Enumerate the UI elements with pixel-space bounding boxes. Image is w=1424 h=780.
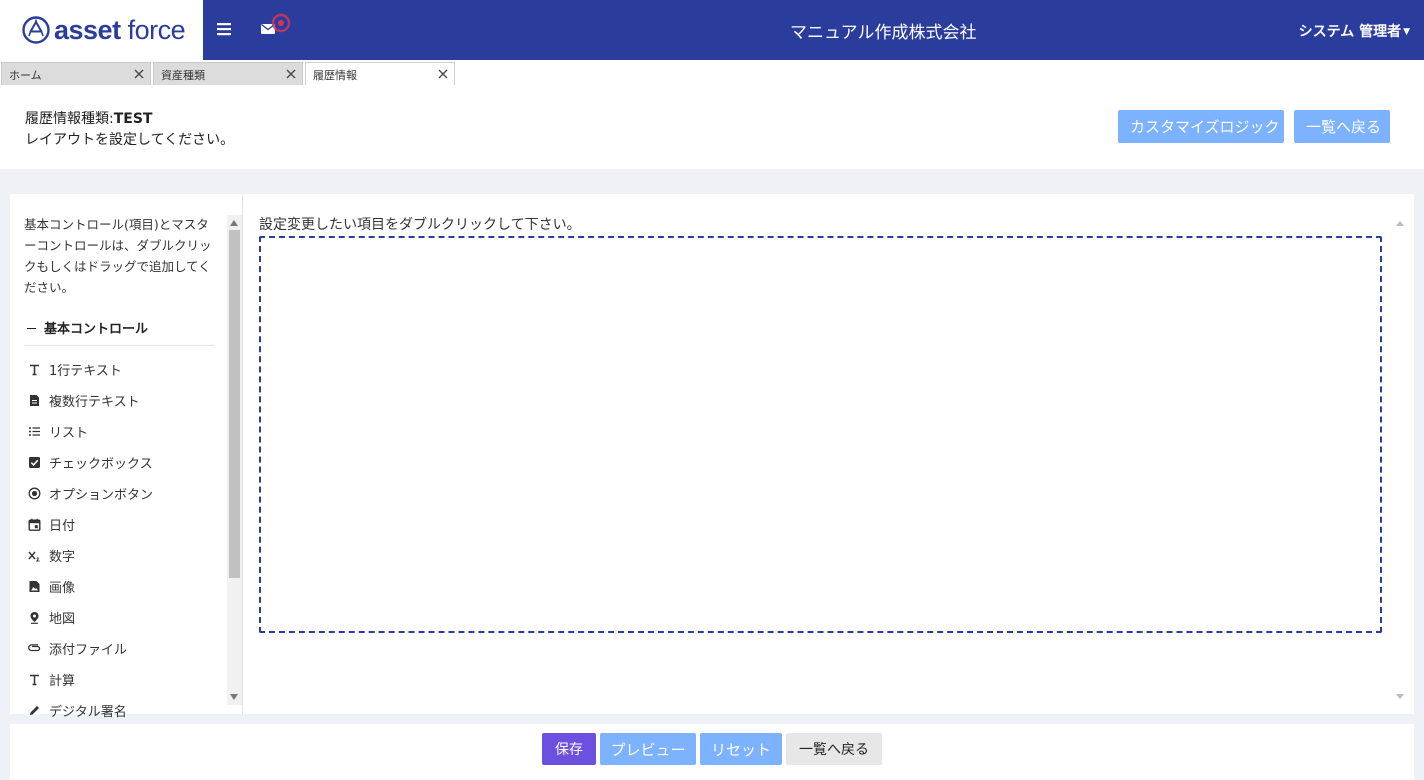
scroll-up-arrow-icon[interactable] [1396,221,1404,226]
menu-icon[interactable] [216,21,232,37]
save-button[interactable]: 保存 [542,733,596,765]
scroll-up-arrow-icon[interactable] [230,220,238,226]
back-to-list-button[interactable]: 一覧へ戻る [1294,110,1390,143]
canvas-scrollbar[interactable] [1394,215,1406,705]
control-digital-signature[interactable]: デジタル署名 [24,695,214,726]
back-to-list-footer-button[interactable]: 一覧へ戻る [786,733,882,765]
control-multi-line-text[interactable]: 複数行テキスト [24,385,214,416]
mail-notification-icon[interactable] [259,11,293,41]
page-title: 履歴情報種類:TEST [25,108,152,128]
calculation-icon [30,674,39,686]
control-date[interactable]: 日付 [24,509,214,540]
calendar-icon [28,518,41,531]
section-label: 基本コントロール [44,322,149,337]
checkbox-icon [29,457,40,468]
preview-button[interactable]: プレビュー [600,733,696,765]
control-attachment[interactable]: 添付ファイル [24,633,214,664]
control-list[interactable]: リスト [24,416,214,447]
page-head: 履歴情報種類:TEST レイアウトを設定してください。 カスタマイズロジック 一… [0,85,1424,169]
image-icon [29,581,40,592]
list-icon [29,427,40,436]
canvas-hint-text: 設定変更したい項目をダブルクリックして下さい。 [259,217,581,233]
tab-asset-types[interactable]: 資産種類 [153,62,303,85]
control-number[interactable]: 数字 [24,540,214,571]
attachment-icon [28,644,41,652]
app-header: asset force マニュアル作成株式会社 システム 管理者 ▼ [0,0,1424,60]
multiline-text-icon [30,395,39,406]
recycle-logo-icon [22,16,50,44]
control-image[interactable]: 画像 [24,571,214,602]
control-map[interactable]: 地図 [24,602,214,633]
reset-button[interactable]: リセット [700,733,782,765]
page-subtitle: レイアウトを設定してください。 [25,132,235,148]
layout-drop-zone[interactable] [259,236,1382,633]
layout-workspace: 基本コントロール(項目)とマスターコントロールは、ダブルクリックもしくはドラッグ… [10,194,1414,720]
title-value: TEST [113,111,153,127]
tab-home[interactable]: ホーム [1,62,151,85]
control-option-button[interactable]: オプションボタン [24,478,214,509]
tab-label: 資産種類 [161,69,205,82]
company-name: マニュアル作成株式会社 [790,23,977,43]
close-icon[interactable] [438,69,448,79]
scroll-thumb[interactable] [229,230,240,578]
palette-help-text: 基本コントロール(項目)とマスターコントロールは、ダブルクリックもしくはドラッグ… [24,217,212,295]
customize-logic-button[interactable]: カスタマイズロジック [1118,110,1284,143]
tab-bar: ホーム 資産種類 履歴情報 [0,60,1424,86]
close-icon[interactable] [286,69,296,79]
scroll-down-arrow-icon[interactable] [230,694,238,700]
user-name: システム 管理者 [1298,24,1402,40]
number-icon [28,551,40,562]
layout-canvas: 設定変更したい項目をダブルクリックして下さい。 [259,214,1399,704]
control-calculation[interactable]: 計算 [24,664,214,695]
user-menu[interactable]: システム 管理者 ▼ [1299,21,1410,41]
text-icon [30,364,39,376]
radio-icon [28,487,41,500]
map-pin-icon [30,612,39,624]
caret-down-icon: ▼ [1403,27,1410,37]
control-palette: 基本コントロール(項目)とマスターコントロールは、ダブルクリックもしくはドラッグ… [10,194,243,720]
tab-label: 履歴情報 [313,69,357,82]
tab-label: ホーム [9,69,42,82]
control-list: 1行テキスト 複数行テキスト リスト チェックボックス オプションボタン 日付 … [24,354,214,726]
scroll-down-arrow-icon[interactable] [1396,694,1404,699]
title-label: 履歴情報種類: [25,111,114,127]
logo[interactable]: asset force [0,0,203,60]
collapse-icon [27,328,36,329]
pen-icon [30,706,39,715]
logo-text: asset force [54,14,186,45]
action-footer: 保存 プレビュー リセット 一覧へ戻る [10,724,1414,780]
close-icon[interactable] [134,69,144,79]
control-single-line-text[interactable]: 1行テキスト [24,354,214,385]
control-checkbox[interactable]: チェックボックス [24,447,214,478]
section-basic-controls[interactable]: 基本コントロール [24,318,214,346]
palette-scrollbar[interactable] [227,215,242,705]
tab-history-info[interactable]: 履歴情報 [305,62,455,86]
